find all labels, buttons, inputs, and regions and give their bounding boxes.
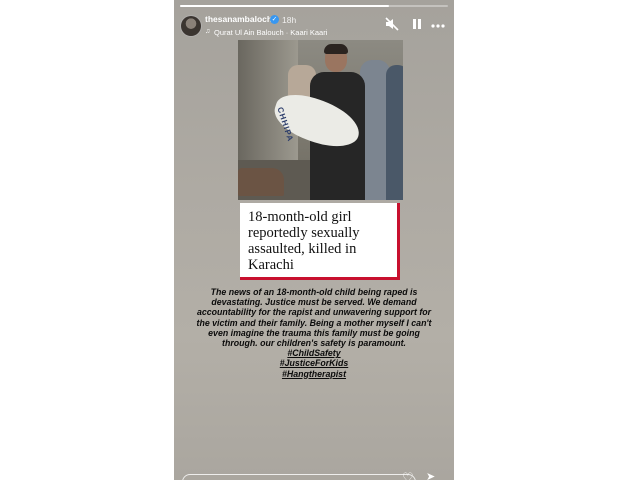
story-timestamp: 18h [282, 15, 297, 25]
music-note-icon: ♫ [205, 28, 211, 35]
story-progress-bar [180, 5, 448, 7]
news-photo: CHHIPA [238, 40, 403, 200]
reply-input[interactable] [182, 474, 416, 480]
story-viewer[interactable]: thesanambaloch ✓ 18h ♫ Qurat Ul Ain Balo… [174, 0, 454, 480]
more-options-icon [431, 24, 445, 28]
send-icon[interactable]: ➤ [426, 470, 435, 480]
speaker-muted-icon [385, 17, 399, 31]
story-caption: The news of an 18-month-old child being … [192, 287, 436, 379]
mute-button[interactable] [384, 15, 400, 33]
hashtag-link[interactable]: #ChildSafety [192, 348, 436, 358]
pause-icon [413, 19, 421, 29]
photo-rubble [238, 168, 284, 196]
verified-badge-icon: ✓ [270, 15, 279, 24]
story-username[interactable]: thesanambaloch [205, 14, 272, 24]
avatar[interactable] [180, 15, 202, 37]
photo-man-hair [324, 44, 348, 54]
news-headline: 18-month-old girl reportedly sexually as… [248, 209, 360, 273]
more-options-button[interactable] [429, 15, 447, 33]
hashtag-link[interactable]: #JusticeForKids [192, 358, 436, 368]
story-progress-fill [180, 5, 390, 7]
heart-icon[interactable]: ♡ [402, 470, 414, 480]
hashtag-link[interactable]: #Hangtherapist [192, 369, 436, 379]
story-music-label[interactable]: Qurat Ul Ain Balouch · Kaari Kaari [214, 28, 327, 37]
news-headline-card: 18-month-old girl reportedly sexually as… [240, 203, 400, 280]
caption-body: The news of an 18-month-old child being … [196, 287, 432, 349]
photo-bystander [386, 65, 403, 200]
pause-button[interactable] [410, 15, 424, 33]
